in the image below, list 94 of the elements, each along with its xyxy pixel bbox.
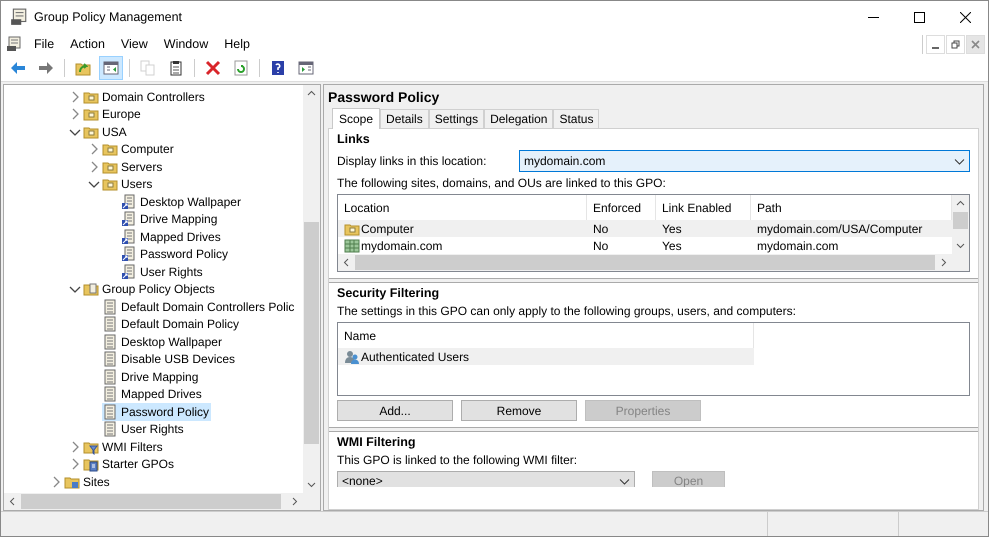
table-cell: Authenticated Users bbox=[338, 348, 754, 365]
tree-item[interactable]: Default Domain Policy bbox=[102, 315, 242, 334]
tab[interactable]: Details bbox=[380, 109, 429, 128]
tree-item[interactable]: Drive Mapping bbox=[121, 210, 220, 228]
minimize-button[interactable] bbox=[926, 34, 945, 54]
action-pane-icon bbox=[298, 60, 314, 76]
users-icon bbox=[344, 348, 360, 364]
scroll-icon bbox=[102, 404, 118, 420]
app-icon[interactable] bbox=[6, 36, 22, 52]
tab[interactable]: Scope bbox=[332, 108, 380, 129]
back-arrow-icon bbox=[10, 60, 26, 76]
field-label: Display links in this location: bbox=[337, 154, 488, 168]
tree-item[interactable]: Domain Controllers bbox=[83, 88, 207, 106]
tree-item[interactable]: Mapped Drives bbox=[102, 385, 204, 404]
wmi-filter-dropdown[interactable]: <none> bbox=[337, 471, 635, 487]
refresh-icon bbox=[233, 60, 249, 76]
tree-item[interactable]: Desktop Wallpaper bbox=[121, 192, 243, 211]
table-cell: mydomain.com bbox=[338, 237, 587, 254]
description-text: The settings in this GPO can only apply to the following groups, users, and computers: bbox=[337, 304, 797, 318]
description-text: This GPO is linked to the following WMI filter: bbox=[337, 453, 578, 467]
table-cell-text: Yes bbox=[661, 238, 683, 254]
scroll-icon bbox=[102, 334, 118, 350]
tree-item[interactable]: User Rights bbox=[102, 420, 186, 438]
tree-item[interactable]: Password Policy bbox=[102, 402, 212, 421]
tree-item[interactable]: Drive Mapping bbox=[102, 368, 200, 386]
menu-item[interactable]: File bbox=[26, 37, 62, 51]
forward-arrow-icon bbox=[38, 60, 54, 76]
tree-item[interactable]: Default Domain Controllers Polic bbox=[102, 298, 296, 316]
menu-item[interactable]: Help bbox=[216, 37, 258, 51]
shortcut-icon bbox=[121, 246, 137, 262]
table-cell-text: mydomain.com bbox=[756, 238, 840, 254]
tab[interactable]: Status bbox=[553, 109, 600, 128]
horizontal-scrollbar[interactable] bbox=[338, 254, 969, 271]
policy-title: Password Policy bbox=[328, 89, 440, 105]
tree-item[interactable]: Mapped Drives bbox=[121, 228, 223, 246]
tree-item[interactable]: Servers bbox=[102, 158, 164, 176]
tab[interactable]: Settings bbox=[428, 109, 484, 128]
maximize-icon bbox=[914, 12, 924, 22]
scroll-icon bbox=[102, 351, 118, 368]
close-icon bbox=[960, 12, 970, 22]
horizontal-scrollbar[interactable] bbox=[4, 493, 303, 510]
table-cell: Yes bbox=[656, 220, 751, 237]
tree-item[interactable]: Starter GPOs bbox=[83, 455, 176, 474]
tree-item[interactable]: WMI Filters bbox=[83, 438, 165, 456]
restore-button[interactable] bbox=[946, 34, 965, 54]
shortcut-icon bbox=[121, 264, 137, 280]
tree-item[interactable]: Disable USB Devices bbox=[102, 350, 238, 368]
table-cell: mydomain.com/USA/Computer bbox=[751, 220, 952, 237]
menu-item[interactable]: View bbox=[112, 37, 156, 51]
action-button[interactable]: Add... bbox=[337, 400, 453, 421]
scroll-icon bbox=[102, 316, 118, 332]
close-icon bbox=[971, 40, 980, 48]
tab[interactable]: Delegation bbox=[484, 109, 554, 128]
clipboard-icon bbox=[168, 60, 184, 76]
folder-icon bbox=[83, 281, 99, 298]
tree-item[interactable]: USA bbox=[83, 122, 129, 141]
app-icon bbox=[10, 8, 28, 26]
tree-pane-icon bbox=[103, 60, 119, 76]
scroll-icon bbox=[102, 298, 118, 315]
help-icon bbox=[270, 60, 286, 76]
restore-icon bbox=[951, 40, 960, 48]
description-text: The following sites, domains, and OUs are linked to this GPO: bbox=[337, 176, 667, 190]
shortcut-icon bbox=[121, 228, 137, 245]
tree-item[interactable]: Users bbox=[102, 175, 154, 194]
vertical-scrollbar[interactable] bbox=[303, 85, 320, 493]
location-dropdown[interactable]: mydomain.com bbox=[519, 150, 970, 172]
menu-item[interactable]: Window bbox=[156, 37, 216, 51]
domain-icon bbox=[344, 238, 360, 254]
scroll-icon bbox=[102, 421, 118, 438]
tree-item[interactable]: Desktop Wallpaper bbox=[102, 332, 224, 351]
menu-item[interactable]: Action bbox=[62, 37, 113, 51]
minimize-icon bbox=[932, 46, 939, 48]
copy-icon bbox=[140, 60, 156, 76]
tree-item[interactable]: Computer bbox=[102, 140, 176, 158]
action-button[interactable]: Remove bbox=[461, 400, 577, 421]
toolbar-button[interactable] bbox=[99, 56, 123, 80]
delete-icon bbox=[205, 60, 221, 76]
tree-item[interactable]: Sites bbox=[64, 472, 112, 491]
scroll-icon bbox=[102, 368, 118, 385]
scroll-icon bbox=[102, 386, 118, 402]
table-cell: No bbox=[587, 220, 656, 237]
table-cell: Computer bbox=[338, 220, 587, 237]
tree-item[interactable]: User Rights bbox=[121, 262, 205, 281]
vertical-scrollbar[interactable] bbox=[952, 195, 969, 254]
table-cell-text: No bbox=[592, 238, 610, 254]
tree-item[interactable]: Password Policy bbox=[121, 245, 230, 264]
shortcut-icon bbox=[121, 211, 137, 228]
section-heading: Links bbox=[337, 132, 371, 146]
section-heading: WMI Filtering bbox=[337, 435, 416, 449]
shortcut-icon bbox=[121, 194, 137, 210]
tree-item[interactable]: Group Policy Objects bbox=[83, 280, 217, 298]
tree-item[interactable]: Europe bbox=[83, 105, 143, 124]
section-heading: Security Filtering bbox=[337, 286, 440, 300]
window-title: Group Policy Management bbox=[34, 10, 183, 24]
